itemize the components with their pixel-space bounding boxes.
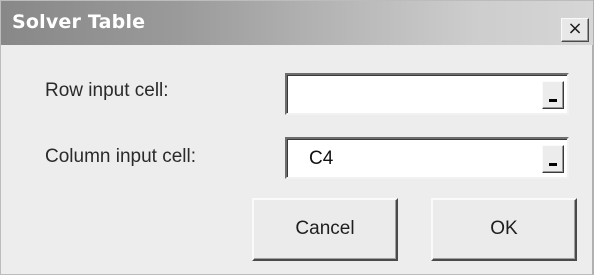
ok-button[interactable]: OK bbox=[431, 198, 577, 261]
column-input-field[interactable]: C4 bbox=[285, 137, 569, 179]
column-input-value: C4 bbox=[309, 148, 334, 169]
collapse-dialog-icon bbox=[549, 163, 557, 166]
row-input-field[interactable] bbox=[285, 73, 569, 115]
row-input-ref-button[interactable] bbox=[542, 81, 564, 109]
column-input-label: Column input cell: bbox=[45, 146, 197, 167]
close-icon: × bbox=[567, 18, 583, 39]
solver-table-dialog: Solver Table × Row input cell: Column in… bbox=[0, 0, 594, 275]
dialog-title: Solver Table bbox=[12, 11, 146, 33]
close-button[interactable]: × bbox=[561, 18, 589, 42]
cancel-button[interactable]: Cancel bbox=[252, 198, 398, 261]
collapse-dialog-icon bbox=[549, 99, 557, 102]
column-input-ref-button[interactable] bbox=[542, 145, 564, 173]
row-input-label: Row input cell: bbox=[45, 80, 169, 101]
title-bar[interactable]: Solver Table × bbox=[1, 1, 593, 45]
